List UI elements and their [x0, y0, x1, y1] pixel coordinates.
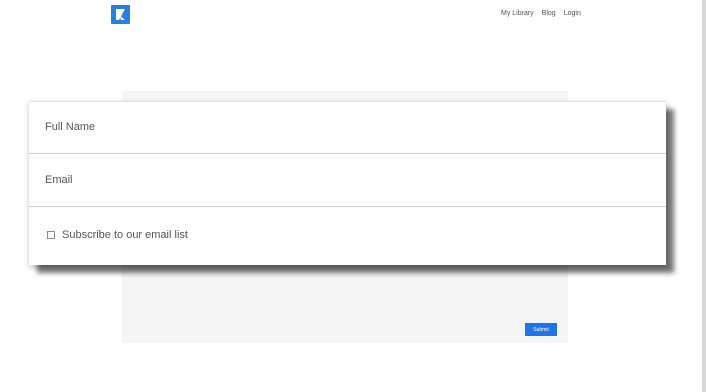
- signup-popup-card: Full Name Email Subscribe to our email l…: [29, 101, 666, 265]
- full-name-label: Full Name: [45, 121, 96, 133]
- top-nav: My Library Blog Login: [501, 10, 581, 17]
- nav-link-my-library[interactable]: My Library: [501, 10, 534, 17]
- nav-link-blog[interactable]: Blog: [542, 10, 556, 17]
- email-field[interactable]: Email: [29, 154, 666, 207]
- window-edge: [702, 0, 706, 392]
- subscribe-option[interactable]: Subscribe to our email list: [47, 229, 188, 241]
- logo-icon[interactable]: [111, 5, 130, 24]
- nav-link-login[interactable]: Login: [564, 10, 581, 17]
- full-name-field[interactable]: Full Name: [29, 102, 666, 154]
- email-label: Email: [45, 174, 73, 186]
- submit-button[interactable]: Submit: [525, 323, 557, 336]
- kajabi-logo-icon: [116, 9, 125, 20]
- subscribe-label: Subscribe to our email list: [62, 229, 188, 241]
- subscribe-checkbox[interactable]: [47, 231, 55, 239]
